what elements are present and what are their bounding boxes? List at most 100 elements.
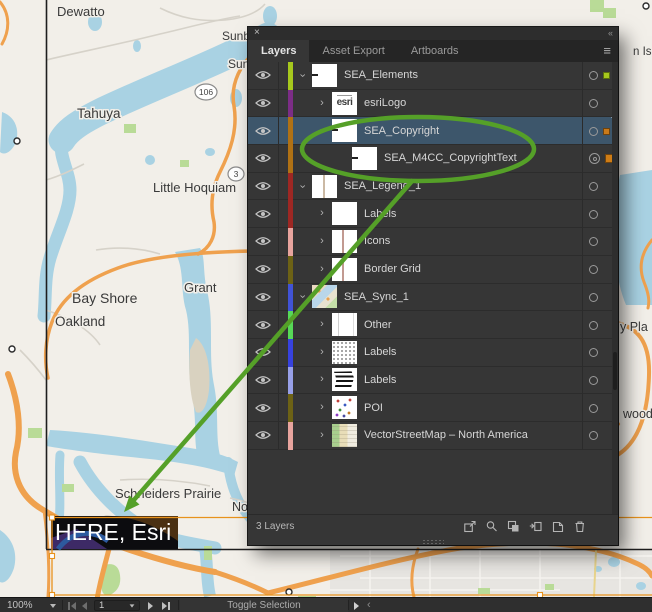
close-icon[interactable]: × bbox=[254, 27, 260, 39]
target-circle-icon[interactable] bbox=[589, 376, 598, 385]
create-new-layer-icon[interactable] bbox=[551, 520, 564, 533]
target-circle-icon[interactable] bbox=[589, 127, 598, 136]
layer-row-icons[interactable]: › Icons bbox=[248, 228, 618, 256]
target-circle-icon[interactable] bbox=[589, 321, 598, 330]
layer-row-sea-copyright[interactable]: › SEA_Copyright bbox=[248, 117, 618, 145]
visibility-eye-icon[interactable] bbox=[248, 256, 279, 283]
visibility-eye-icon[interactable] bbox=[248, 145, 279, 172]
copyright-text-block[interactable]: HERE, Esri bbox=[51, 516, 178, 549]
collapse-panel-icon[interactable]: ‹‹ bbox=[608, 27, 612, 39]
chevron-collapsed-icon[interactable]: › bbox=[314, 236, 330, 247]
visibility-eye-icon[interactable] bbox=[248, 90, 279, 117]
tab-layers[interactable]: Layers bbox=[248, 40, 309, 62]
visibility-eye-icon[interactable] bbox=[248, 173, 279, 200]
layer-row-sea-legend-1[interactable]: › SEA_Legend_1 bbox=[248, 173, 618, 201]
layer-name-label[interactable]: Labels bbox=[364, 374, 396, 386]
chevron-collapsed-icon[interactable]: › bbox=[314, 347, 330, 358]
previous-artboard-button[interactable] bbox=[82, 598, 87, 612]
layer-name-label[interactable]: Border Grid bbox=[364, 263, 421, 275]
target-circle-icon[interactable] bbox=[589, 293, 598, 302]
panel-menu-icon[interactable]: ≡ bbox=[603, 44, 611, 58]
zoom-dropdown-icon[interactable] bbox=[50, 598, 56, 612]
target-circle-icon[interactable] bbox=[589, 237, 598, 246]
visibility-eye-icon[interactable] bbox=[248, 228, 279, 255]
layer-row-labels[interactable]: › Labels bbox=[248, 339, 618, 367]
target-circle-icon[interactable] bbox=[589, 99, 598, 108]
status-display[interactable]: Toggle Selection bbox=[180, 598, 348, 612]
artboard-number-field[interactable]: 1 bbox=[94, 600, 140, 611]
layer-name-label[interactable]: VectorStreetMap – North America bbox=[364, 429, 528, 441]
target-selected-icon[interactable] bbox=[589, 153, 600, 164]
layer-row-border-grid[interactable]: › Border Grid bbox=[248, 256, 618, 284]
visibility-eye-icon[interactable] bbox=[248, 339, 279, 366]
chevron-expanded-icon[interactable]: › bbox=[317, 123, 328, 139]
illustrator-canvas[interactable]: DewattoSunbeSunsTahuyaLittle HoquiamGran… bbox=[0, 0, 652, 612]
target-circle-icon[interactable] bbox=[589, 210, 598, 219]
target-circle-icon[interactable] bbox=[589, 265, 598, 274]
visibility-eye-icon[interactable] bbox=[248, 311, 279, 338]
layer-row-poi[interactable]: › POI bbox=[248, 394, 618, 422]
create-new-sublayer-icon[interactable] bbox=[529, 520, 542, 533]
layer-row-other[interactable]: › Other bbox=[248, 311, 618, 339]
target-circle-icon[interactable] bbox=[589, 348, 598, 357]
layer-name-label[interactable]: SEA_Legend_1 bbox=[344, 180, 421, 192]
layer-name-label[interactable]: Labels bbox=[364, 208, 396, 220]
last-artboard-button[interactable] bbox=[162, 598, 170, 612]
panel-resize-handle[interactable] bbox=[248, 538, 618, 545]
layer-row-vectorstreetmap-north-america[interactable]: › VectorStreetMap – North America bbox=[248, 422, 618, 450]
first-artboard-button[interactable] bbox=[68, 598, 76, 612]
layer-row-sea-m4cc-copyrighttext[interactable]: ›SEA_M4CC_CopyrightText bbox=[248, 145, 618, 173]
status-flyout-icon[interactable] bbox=[354, 598, 359, 612]
chevron-collapsed-icon[interactable]: › bbox=[314, 264, 330, 275]
layer-row-labels[interactable]: › Labels bbox=[248, 367, 618, 395]
layer-name-label[interactable]: Labels bbox=[364, 346, 396, 358]
visibility-eye-icon[interactable] bbox=[248, 422, 279, 449]
chevron-collapsed-icon[interactable]: › bbox=[314, 319, 330, 330]
chevron-collapsed-icon[interactable]: › bbox=[314, 208, 330, 219]
visibility-eye-icon[interactable] bbox=[248, 284, 279, 311]
tab-asset-export[interactable]: Asset Export bbox=[309, 40, 397, 62]
chevron-expanded-icon[interactable]: › bbox=[297, 289, 308, 305]
map-point-marker bbox=[14, 138, 20, 144]
layer-row-sea-elements[interactable]: › SEA_Elements bbox=[248, 62, 618, 90]
target-circle-icon[interactable] bbox=[589, 431, 598, 440]
visibility-eye-icon[interactable] bbox=[248, 394, 279, 421]
chevron-collapsed-icon[interactable]: › bbox=[314, 402, 330, 413]
target-circle-icon[interactable] bbox=[589, 71, 598, 80]
chevron-collapsed-icon[interactable]: › bbox=[314, 98, 330, 109]
next-artboard-button[interactable] bbox=[148, 598, 153, 612]
layer-name-label[interactable]: POI bbox=[364, 402, 383, 414]
make-clipping-mask-icon[interactable] bbox=[507, 520, 520, 533]
locate-object-icon[interactable] bbox=[485, 520, 498, 533]
target-circle-icon[interactable] bbox=[589, 404, 598, 413]
chevron-expanded-icon[interactable]: › bbox=[297, 178, 308, 194]
layer-name-label[interactable]: SEA_Elements bbox=[344, 69, 418, 81]
collect-for-export-icon[interactable] bbox=[463, 520, 476, 533]
layer-thumbnail bbox=[332, 313, 357, 336]
scroll-left-arrow-icon[interactable]: ‹ bbox=[367, 598, 371, 612]
visibility-eye-icon[interactable] bbox=[248, 200, 279, 227]
layer-name-label[interactable]: SEA_Copyright bbox=[364, 125, 439, 137]
chevron-collapsed-icon[interactable]: › bbox=[314, 430, 330, 441]
layer-row-esrilogo[interactable]: ›esriesriLogo bbox=[248, 90, 618, 118]
visibility-eye-icon[interactable] bbox=[248, 367, 279, 394]
panel-titlebar[interactable]: × ‹‹ bbox=[248, 27, 618, 40]
layer-name-label[interactable]: SEA_M4CC_CopyrightText bbox=[384, 152, 517, 164]
visibility-eye-icon[interactable] bbox=[248, 117, 279, 144]
visibility-eye-icon[interactable] bbox=[248, 62, 279, 89]
zoom-level[interactable]: 100% bbox=[7, 598, 33, 612]
panel-scrollbar[interactable] bbox=[612, 62, 618, 514]
layer-name-label[interactable]: SEA_Sync_1 bbox=[344, 291, 409, 303]
artboard-dropdown-icon[interactable] bbox=[130, 604, 135, 607]
layer-name-label[interactable]: Icons bbox=[364, 235, 390, 247]
target-circle-icon[interactable] bbox=[589, 182, 598, 191]
chevron-collapsed-icon[interactable]: › bbox=[314, 374, 330, 385]
scrollbar-thumb[interactable] bbox=[613, 352, 617, 390]
layer-row-labels[interactable]: › Labels bbox=[248, 200, 618, 228]
delete-selection-icon[interactable] bbox=[573, 520, 586, 533]
tab-artboards[interactable]: Artboards bbox=[398, 40, 472, 62]
chevron-expanded-icon[interactable]: › bbox=[297, 67, 308, 83]
layer-name-label[interactable]: Other bbox=[364, 319, 392, 331]
layer-row-sea-sync-1[interactable]: › SEA_Sync_1 bbox=[248, 284, 618, 312]
layer-name-label[interactable]: esriLogo bbox=[364, 97, 406, 109]
